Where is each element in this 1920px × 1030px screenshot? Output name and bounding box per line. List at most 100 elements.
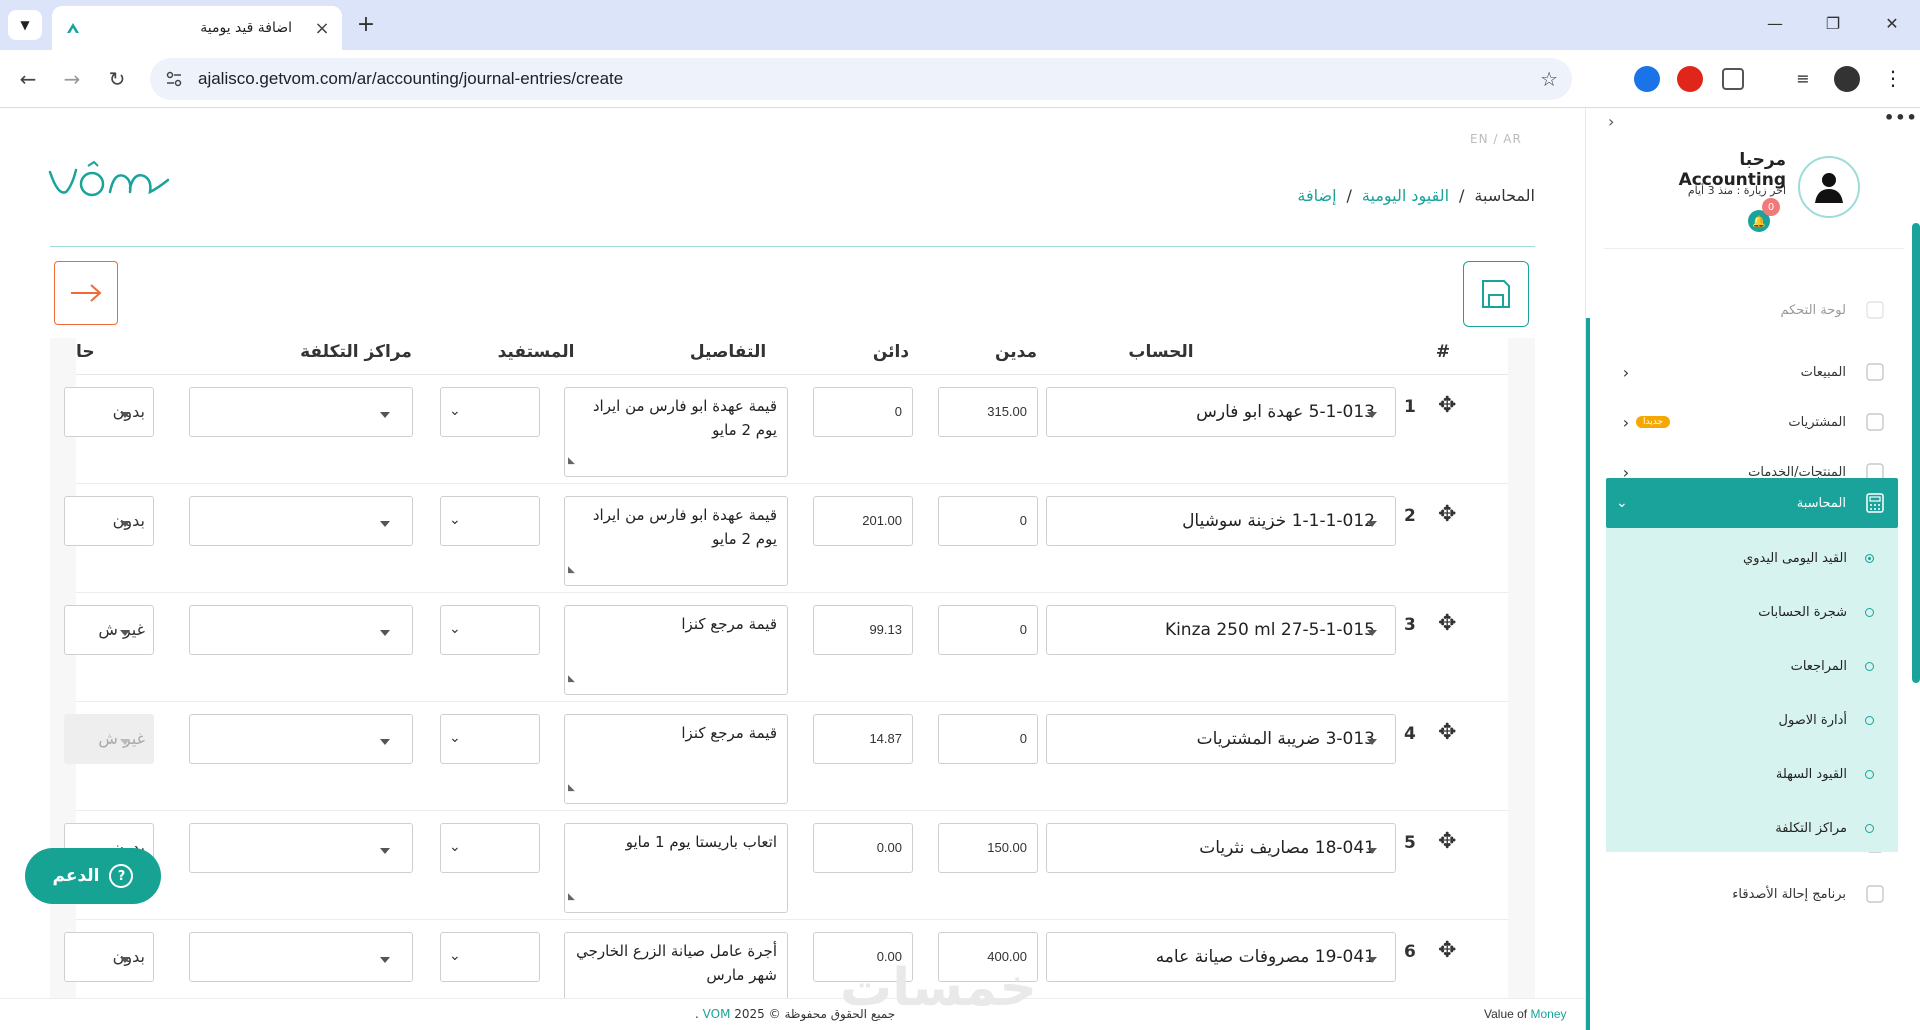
details-value: أجرة عامل صيانة الزرع الخارجي شهر مارس [576,942,777,984]
site-settings-icon[interactable] [164,69,184,89]
save-button[interactable] [1463,261,1529,327]
drag-move-icon[interactable]: ✥ [1438,720,1456,745]
table-row: ✥ 5 18-041 مصاريف نثريات 150.00 0.00 اتع… [64,811,1508,920]
credit-input[interactable]: 99.13 [813,605,913,655]
sidebar-item-referral-program[interactable]: برنامج إحالة الأصدقاء [1606,872,1898,916]
support-button[interactable]: الدعم ? [25,848,161,904]
puzzle-icon[interactable] [1722,68,1744,90]
resize-handle-icon[interactable]: ◣ [568,776,575,800]
beneficiary-select[interactable]: ⌄ [440,387,540,437]
back-arrow-icon[interactable]: ← [14,65,42,93]
credit-input[interactable]: 0.00 [813,823,913,873]
cost-center-select[interactable] [189,387,413,437]
beneficiary-select[interactable]: ⌄ [440,496,540,546]
account-select[interactable]: 27-5-1-015 Kinza 250 ml [1046,605,1396,655]
details-textarea[interactable]: قيمة عهدة ابو فارس من ايراد يوم 2 مايو ◣ [564,387,788,477]
cost-center-select[interactable] [189,714,413,764]
sidebar-item-label: برنامج إحالة الأصدقاء [1732,886,1846,902]
drag-move-icon[interactable]: ✥ [1438,611,1456,636]
table-row: ✥ 2 1-1-1-012 خزينة سوشيال 0 201.00 قيمة… [64,484,1508,593]
beneficiary-select[interactable]: ⌄ [440,823,540,873]
browser-menu-icon[interactable]: ⋮ [1880,66,1906,92]
credit-input[interactable]: 14.87 [813,714,913,764]
account-select[interactable]: 3-013 ضريبة المشتريات [1046,714,1396,764]
account-select[interactable]: 18-041 مصاريف نثريات [1046,823,1396,873]
details-textarea[interactable]: قيمة مرجع كنزا ◣ [564,605,788,695]
new-tab-button[interactable]: + [352,12,380,40]
debit-input[interactable]: 0 [938,714,1038,764]
cost-center-select[interactable] [189,932,413,982]
details-textarea[interactable]: أجرة عامل صيانة الزرع الخارجي شهر مارس ◣ [564,932,788,1006]
debit-input[interactable]: 0 [938,496,1038,546]
account-select[interactable]: 19-041 مصروفات صيانة عامه [1046,932,1396,982]
account-select[interactable]: 5-1-013 عهدة ابو فارس [1046,387,1396,437]
extension-icon[interactable] [1634,66,1660,92]
status-select[interactable]: بدون [64,496,154,546]
breadcrumb-root[interactable]: المحاسبة [1474,186,1535,205]
minimize-icon[interactable]: — [1763,14,1787,38]
tab-search-button[interactable]: ▼ [8,10,42,40]
drag-move-icon[interactable]: ✥ [1438,829,1456,854]
details-textarea[interactable]: اتعاب باريستا يوم 1 مايو ◣ [564,823,788,913]
status-select[interactable]: غير ش [64,605,154,655]
more-options-icon[interactable]: ••• [1884,108,1918,127]
sidebar-item-dashboard[interactable]: لوحة التحكم [1606,300,1898,320]
debit-input[interactable]: 0 [938,605,1038,655]
details-textarea[interactable]: قيمة عهدة ابو فارس من ايراد يوم 2 مايو ◣ [564,496,788,586]
profile-avatar[interactable] [1834,66,1860,92]
star-icon[interactable]: ☆ [1540,67,1558,91]
submenu-item-easy-entries[interactable]: القيود السهلة [1606,754,1898,794]
sidebar-item-accounting[interactable]: المحاسبة ⌄ [1606,478,1898,528]
media-control-icon[interactable]: ≡ [1790,66,1816,92]
close-icon[interactable]: × [314,18,330,39]
forward-arrow-icon[interactable]: → [58,65,86,93]
copyright-brand-link[interactable]: VOM [703,1007,731,1021]
credit-input[interactable]: 0 [813,387,913,437]
status-select[interactable]: غير ش [64,714,154,764]
status-select[interactable]: بدون [64,932,154,982]
vom-logo[interactable] [48,158,173,200]
back-button[interactable] [54,261,118,325]
money-link[interactable]: Money [1531,1007,1567,1021]
reload-icon[interactable]: ↻ [103,65,131,93]
breadcrumb-section[interactable]: القيود اليومية [1362,186,1449,205]
sidebar-scrollbar[interactable] [1912,223,1920,683]
submenu-item-reviews[interactable]: المراجعات [1606,646,1898,686]
beneficiary-select[interactable]: ⌄ [440,605,540,655]
sidebar-item-purchases[interactable]: المشتريات جديدا ‹ [1606,400,1898,444]
collapse-sidebar-icon[interactable]: › [1608,112,1614,131]
beneficiary-select[interactable]: ⌄ [440,714,540,764]
account-select[interactable]: 1-1-1-012 خزينة سوشيال [1046,496,1396,546]
debit-input[interactable]: 315.00 [938,387,1038,437]
credit-input[interactable]: 201.00 [813,496,913,546]
resize-handle-icon[interactable]: ◣ [568,885,575,909]
drag-move-icon[interactable]: ✥ [1438,938,1456,963]
cost-center-select[interactable] [189,823,413,873]
resize-handle-icon[interactable]: ◣ [568,558,575,582]
new-badge: جديدا [1636,416,1671,428]
browser-tab[interactable]: اضافة قيد يومية × [52,6,342,50]
debit-input[interactable]: 150.00 [938,823,1038,873]
adblock-icon[interactable] [1677,66,1703,92]
user-avatar[interactable] [1798,156,1860,218]
cost-center-select[interactable] [189,496,413,546]
cost-center-select[interactable] [189,605,413,655]
language-switch[interactable]: EN / AR [1470,132,1522,146]
restore-icon[interactable]: ❐ [1821,14,1845,38]
drag-move-icon[interactable]: ✥ [1438,393,1456,418]
status-select[interactable]: بدون [64,387,154,437]
address-bar[interactable]: ajalisco.getvom.com/ar/accounting/journa… [150,58,1572,100]
submenu-item-manual-journal-entry[interactable]: القيد اليومى اليدوي [1606,538,1898,578]
window-close-icon[interactable]: ✕ [1880,14,1904,38]
circle-bullet-icon [1865,823,1874,833]
beneficiary-select[interactable]: ⌄ [440,932,540,982]
submenu-item-asset-management[interactable]: أدارة الاصول [1606,700,1898,740]
sidebar-item-sales[interactable]: المبيعات ‹ [1606,350,1898,394]
details-textarea[interactable]: قيمة مرجع كنزا ◣ [564,714,788,804]
submenu-item-chart-of-accounts[interactable]: شجرة الحسابات [1606,592,1898,632]
submenu-item-cost-centers[interactable]: مراكز التكلفة [1606,808,1898,848]
resize-handle-icon[interactable]: ◣ [568,449,575,473]
row-number: 6 [1404,942,1416,962]
resize-handle-icon[interactable]: ◣ [568,667,575,691]
drag-move-icon[interactable]: ✥ [1438,502,1456,527]
